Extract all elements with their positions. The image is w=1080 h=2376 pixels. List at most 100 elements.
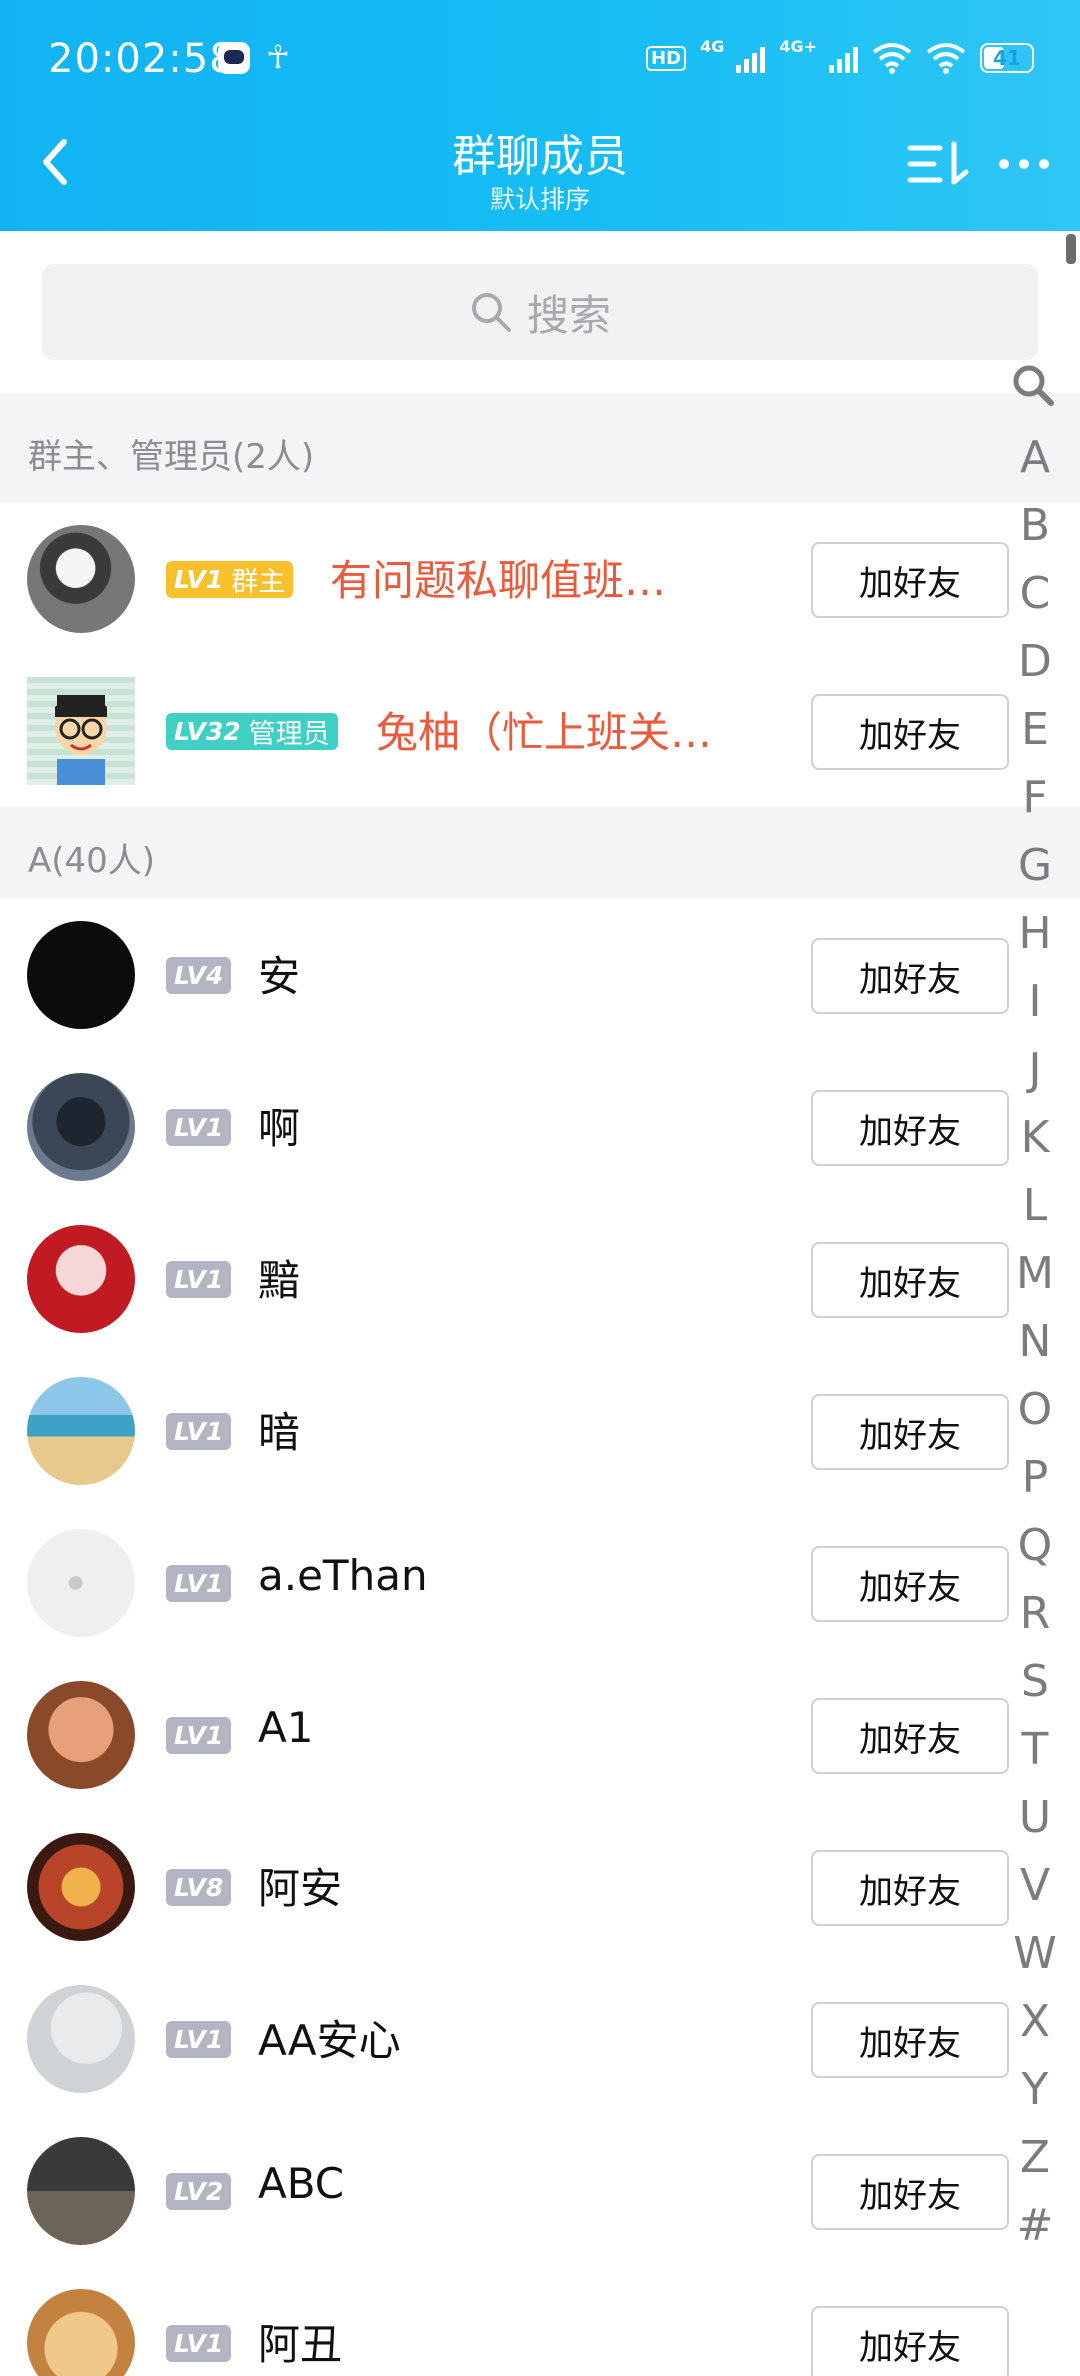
index-letter[interactable]: G (1000, 832, 1070, 900)
index-letter[interactable]: T (1000, 1716, 1070, 1784)
index-letter[interactable]: U (1000, 1784, 1070, 1852)
level-badge: LV1 (166, 1565, 232, 1602)
avatar[interactable] (27, 525, 135, 633)
index-letter[interactable]: V (1000, 1852, 1070, 1920)
index-letter[interactable]: C (1000, 560, 1070, 628)
avatar[interactable] (27, 2137, 135, 2245)
index-letter[interactable]: W (1000, 1920, 1070, 1988)
network-type-2: 4G+ (779, 36, 817, 56)
index-letter[interactable]: N (1000, 1308, 1070, 1376)
index-letter[interactable]: D (1000, 628, 1070, 696)
add-friend-button[interactable]: 加好友 (811, 694, 1009, 770)
avatar[interactable] (27, 921, 135, 1029)
member-row-owner[interactable]: LV1 群主 有问题私聊值班… 加好友 (0, 503, 1080, 655)
member-name: AA安心 (258, 2016, 401, 2065)
index-letter[interactable]: B (1000, 492, 1070, 560)
battery-level: 41 (993, 46, 1021, 70)
level-badge: LV8 (166, 1869, 232, 1906)
wifi-icon-2 (926, 43, 966, 74)
section-header-admins: 群主、管理员(2人) (0, 393, 1080, 503)
index-letter[interactable]: Q (1000, 1512, 1070, 1580)
add-friend-button[interactable]: 加好友 (811, 2154, 1009, 2230)
level-label: LV8 (174, 1873, 224, 1902)
signal-icon-2 (829, 43, 858, 73)
index-letter[interactable]: Y (1000, 2056, 1070, 2124)
member-row[interactable]: LV1 A1 加好友 (0, 1659, 1080, 1811)
index-letter[interactable]: K (1000, 1104, 1070, 1172)
level-badge: LV1 (166, 2325, 232, 2362)
hd-icon: HD (646, 45, 687, 71)
index-search-icon[interactable] (1010, 362, 1056, 408)
add-friend-button[interactable]: 加好友 (811, 1698, 1009, 1774)
sort-icon[interactable] (906, 140, 972, 188)
index-letter[interactable]: R (1000, 1580, 1070, 1648)
avatar[interactable] (27, 1985, 135, 2093)
avatar[interactable] (27, 1225, 135, 1333)
member-row[interactable]: LV1 暗 加好友 (0, 1355, 1080, 1507)
index-letter[interactable]: J (1000, 1036, 1070, 1104)
index-letter[interactable]: A (1000, 424, 1070, 492)
index-letter[interactable]: I (1000, 968, 1070, 1036)
member-row[interactable]: LV1 阿丑 加好友 (0, 2267, 1080, 2376)
avatar[interactable] (27, 677, 135, 785)
header-bar: 20:02:58 ☥ HD 4G 4G+ 41 群聊成员 默认排序 (0, 0, 1080, 231)
index-letter[interactable]: H (1000, 900, 1070, 968)
add-friend-button[interactable]: 加好友 (811, 1850, 1009, 1926)
member-name: 兔柚（忙上班关… (376, 708, 713, 757)
add-friend-button[interactable]: 加好友 (811, 1090, 1009, 1166)
level-label: LV1 (174, 1569, 224, 1598)
index-letter[interactable]: S (1000, 1648, 1070, 1716)
level-label: LV4 (174, 961, 224, 990)
admin-badge: LV32 管理员 (166, 713, 338, 750)
network-type-1: 4G (700, 36, 725, 56)
add-friend-button[interactable]: 加好友 (811, 1546, 1009, 1622)
avatar[interactable] (27, 1833, 135, 1941)
add-friend-button[interactable]: 加好友 (811, 2306, 1009, 2376)
level-badge: LV1 (166, 1717, 232, 1754)
index-letter[interactable]: Z (1000, 2124, 1070, 2192)
add-friend-button[interactable]: 加好友 (811, 938, 1009, 1014)
avatar[interactable] (27, 1073, 135, 1181)
index-letter[interactable]: M (1000, 1240, 1070, 1308)
member-row[interactable]: LV1 AA安心 加好友 (0, 1963, 1080, 2115)
member-row[interactable]: LV1 a.eThan 加好友 (0, 1507, 1080, 1659)
avatar[interactable] (27, 1681, 135, 1789)
alphabet-index[interactable]: A B C D E F G H I J K L M N O P Q R S T U V W X Y Z # (1000, 424, 1070, 2260)
index-letter[interactable]: P (1000, 1444, 1070, 1512)
index-letter[interactable]: # (1000, 2192, 1070, 2260)
owner-badge: LV1 群主 (166, 561, 294, 598)
index-letter[interactable]: F (1000, 764, 1070, 832)
index-letter[interactable]: L (1000, 1172, 1070, 1240)
add-friend-button[interactable]: 加好友 (811, 1394, 1009, 1470)
role-label: 管理员 (248, 719, 330, 750)
search-placeholder: 搜索 (526, 290, 611, 340)
index-letter[interactable]: O (1000, 1376, 1070, 1444)
level-badge: LV1 (166, 1109, 232, 1146)
more-icon[interactable] (996, 140, 1052, 188)
level-label: LV32 (174, 717, 241, 746)
member-row[interactable]: LV8 阿安 加好友 (0, 1811, 1080, 1963)
member-row[interactable]: LV1 黯 加好友 (0, 1203, 1080, 1355)
add-friend-button[interactable]: 加好友 (811, 1242, 1009, 1318)
member-name: 阿丑 (258, 2320, 343, 2369)
avatar[interactable] (27, 2289, 135, 2376)
avatar[interactable] (27, 1529, 135, 1637)
add-friend-button[interactable]: 加好友 (811, 542, 1009, 618)
avatar[interactable] (27, 1377, 135, 1485)
member-name: 黯 (258, 1256, 301, 1305)
member-row-admin[interactable]: LV32 管理员 兔柚（忙上班关… 加好友 (0, 655, 1080, 807)
add-friend-button[interactable]: 加好友 (811, 2002, 1009, 2078)
member-row[interactable]: LV4 安 加好友 (0, 899, 1080, 1051)
search-input[interactable]: 搜索 (42, 264, 1038, 360)
member-row[interactable]: LV2 ABC 加好友 (0, 2115, 1080, 2267)
index-letter[interactable]: E (1000, 696, 1070, 764)
member-row[interactable]: LV1 啊 加好友 (0, 1051, 1080, 1203)
level-label: LV1 (174, 1113, 224, 1142)
level-badge: LV1 (166, 1261, 232, 1298)
member-name: ABC (258, 2159, 345, 2208)
scrollbar[interactable] (1066, 234, 1076, 264)
status-bar: 20:02:58 ☥ HD 4G 4G+ 41 (0, 0, 1080, 118)
section-label: A(40人) (28, 841, 156, 881)
signal-icon (736, 43, 766, 73)
index-letter[interactable]: X (1000, 1988, 1070, 2056)
